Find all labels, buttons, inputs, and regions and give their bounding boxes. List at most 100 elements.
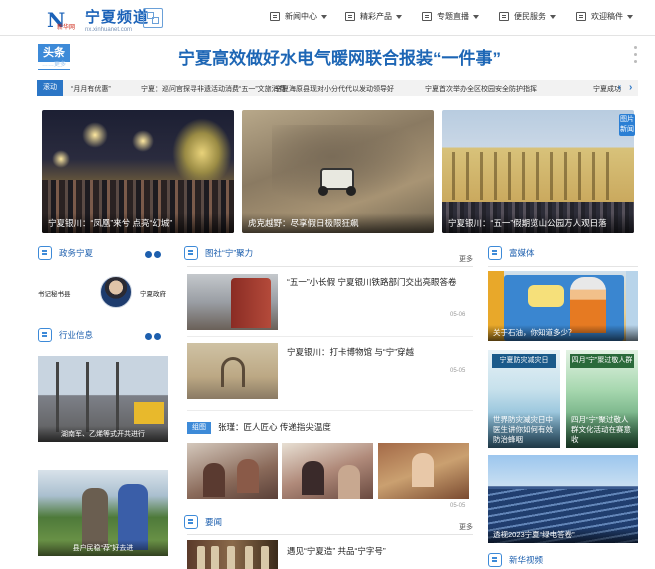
logo-url: nx.xinhuanet.com <box>85 27 133 33</box>
ticker-item[interactable]: “月月有优惠” <box>71 84 111 94</box>
leader-avatar[interactable] <box>100 276 132 308</box>
ticker-item[interactable]: 宁夏：巡问官探寻非遗活动消费“五一”文旅消费 <box>141 84 286 94</box>
media-caption: 关于石油，你知道多少？ <box>488 325 638 341</box>
more-link[interactable]: 更多 <box>459 522 473 532</box>
thumb-caption: 湖南军、乙烯等式开共进行 <box>38 426 168 442</box>
ticker-item[interactable]: 宁夏首次举办全区校园安全防护指挥 <box>425 84 537 94</box>
section-title: 图社“宁”聚力 <box>205 248 254 258</box>
next-arrow-icon[interactable]: › <box>629 82 632 93</box>
rich-media-icon <box>488 246 502 260</box>
section-rich-media[interactable]: 富媒体 <box>488 246 535 260</box>
news-title[interactable]: “五一”小长假 宁夏银川铁路部门交出亮眼答卷 <box>287 276 467 289</box>
hero-photo-park[interactable]: 宁夏银川：“五一”假期览山公园万人观日落 <box>442 110 634 233</box>
chevron-down-icon <box>627 14 633 19</box>
news-date: 05-05 <box>450 368 466 374</box>
products-icon <box>345 12 355 21</box>
hero-photo-offroad[interactable]: 虎克越野：尽享假日极限狂飙 <box>242 110 434 233</box>
site-header: N 新华网 宁夏频道 nx.xinhuanet.com 新闻中心 精彩产品 专题… <box>0 0 655 36</box>
hero-caption: 宁夏银川：“凤凰”来兮 点亮“幻城” <box>42 213 234 233</box>
thumb-caption: 县户民稳“荐”好去进 <box>38 540 168 556</box>
carousel-dots[interactable] <box>145 333 161 340</box>
leader-link-left[interactable]: 书记秘书县 <box>38 288 71 298</box>
rich-media-april[interactable]: 四月“宁”聚过敬人群 四月“宁”聚过敬人群文化活动在赛意收 <box>566 350 638 448</box>
card-heading: 宁夏防灾减灾日 <box>492 354 556 368</box>
video-icon <box>488 553 502 567</box>
section-key-news[interactable]: 要闻 <box>184 515 222 529</box>
section-xinhua-video[interactable]: 新华视频 <box>488 553 543 567</box>
news-date: 05-06 <box>450 312 466 318</box>
nav-label: 欢迎稿件 <box>591 12 623 21</box>
news-icon <box>270 12 280 21</box>
chevron-down-icon <box>321 14 327 19</box>
gallery-title[interactable]: 张瑾：匠人匠心 传递指尖温度 <box>218 421 331 434</box>
rich-media-solar[interactable]: 透视2023宁夏“绿电答卷” <box>488 455 638 543</box>
nav-submit[interactable]: 欢迎稿件 <box>576 11 633 22</box>
headline-more[interactable]: ……更多 <box>38 62 70 69</box>
headline-tag[interactable]: 头条 ……更多 <box>38 44 70 70</box>
news-thumb-museum[interactable] <box>187 343 278 399</box>
news-date: 05-05 <box>450 503 466 509</box>
gallery-tag: 组图 <box>187 422 211 434</box>
media-caption: 世界防灾减灾日中医生讲你如何有效防治蜂咽 <box>488 412 560 448</box>
submit-icon <box>576 12 586 21</box>
gov-icon <box>38 246 52 260</box>
section-gov-ningxia[interactable]: 政务宁夏 <box>38 246 93 260</box>
media-caption: 四月“宁”聚过敬人群文化活动在赛意收 <box>566 412 638 448</box>
offroad-vehicle <box>318 168 354 196</box>
news-thumb-railway[interactable] <box>187 274 278 330</box>
nav-label: 精彩产品 <box>360 12 392 21</box>
section-title: 要闻 <box>205 517 223 527</box>
more-link[interactable]: 更多 <box>459 254 473 264</box>
industry-icon <box>38 328 52 342</box>
nav-label: 专题直播 <box>437 12 469 21</box>
nav-services[interactable]: 便民服务 <box>499 11 556 22</box>
leader-link-right[interactable]: 宁夏政府 <box>140 288 166 298</box>
media-caption: 透视2023宁夏“绿电答卷” <box>488 527 638 543</box>
section-title: 行业信息 <box>59 330 94 340</box>
logo-sub: 新华网 <box>57 24 76 31</box>
chevron-down-icon <box>473 14 479 19</box>
gallery-photo-1[interactable] <box>187 443 278 499</box>
chevron-down-icon <box>550 14 556 19</box>
rich-media-oil[interactable]: 关于石油，你知道多少？ <box>488 271 638 341</box>
news-title[interactable]: 宁夏银川：打卡博物馆 与“宁”穿越 <box>287 346 467 359</box>
gallery-photo-3[interactable] <box>378 443 469 499</box>
hero-photo-phoenix[interactable]: 宁夏银川：“凤凰”来兮 点亮“幻城” <box>42 110 234 233</box>
site-logo[interactable]: N 新华网 宁夏频道 nx.xinhuanet.com <box>47 6 149 34</box>
nav-products[interactable]: 精彩产品 <box>345 11 402 22</box>
section-title: 政务宁夏 <box>59 248 94 258</box>
hero-caption: 虎克越野：尽享假日极限狂飙 <box>242 213 434 233</box>
hero-caption: 宁夏银川：“五一”假期览山公园万人观日落 <box>442 213 634 233</box>
qr-code-icon[interactable] <box>143 8 163 28</box>
section-title: 富媒体 <box>509 248 535 258</box>
logo-text: 宁夏频道 nx.xinhuanet.com <box>85 6 149 33</box>
industry-photo-greenhouse[interactable]: 县户民稳“荐”好去进 <box>38 470 168 556</box>
services-icon <box>499 12 509 21</box>
industry-photo-power[interactable]: 湖南军、乙烯等式开共进行 <box>38 356 168 442</box>
section-title: 新华视频 <box>509 555 544 565</box>
photo-icon <box>184 246 198 260</box>
news-title[interactable]: 遇见“宁夏造” 共品“宁字号” <box>287 545 386 558</box>
news-thumb-products[interactable] <box>187 540 278 569</box>
prev-arrow-icon[interactable]: ‹ <box>618 82 621 93</box>
key-news-icon <box>184 515 198 529</box>
news-ticker: 滚动 “月月有优惠” 宁夏：巡问官探寻非遗活动消费“五一”文旅消费 宁夏海原县现… <box>37 80 638 96</box>
ticker-label: 滚动 <box>37 80 63 96</box>
section-industry-info[interactable]: 行业信息 <box>38 328 93 342</box>
live-icon <box>422 12 432 21</box>
nav-label: 便民服务 <box>514 12 546 21</box>
nav-label: 新闻中心 <box>285 12 317 21</box>
more-dots-icon[interactable] <box>631 42 639 67</box>
headline-title[interactable]: 宁夏高效做好水电气暖网联合报装“一件事” <box>178 44 501 69</box>
rich-media-disaster[interactable]: 宁夏防灾减灾日 世界防灾减灾日中医生讲你如何有效防治蜂咽 <box>488 350 560 448</box>
gallery-photo-2[interactable] <box>282 443 373 499</box>
photo-news-badge[interactable]: 图片 新闻 <box>619 114 635 136</box>
carousel-dots[interactable] <box>145 251 161 258</box>
ticker-item[interactable]: 宁夏成功 <box>593 84 621 94</box>
leaders-row: 书记秘书县 宁夏政府 <box>38 276 168 310</box>
nav-live[interactable]: 专题直播 <box>422 11 479 22</box>
ticker-item[interactable]: 宁夏海原县现对小分代代以发动领导好 <box>275 84 394 94</box>
nav-news-center[interactable]: 新闻中心 <box>270 11 327 22</box>
chevron-down-icon <box>396 14 402 19</box>
section-photo-society[interactable]: 图社“宁”聚力 <box>184 246 253 260</box>
